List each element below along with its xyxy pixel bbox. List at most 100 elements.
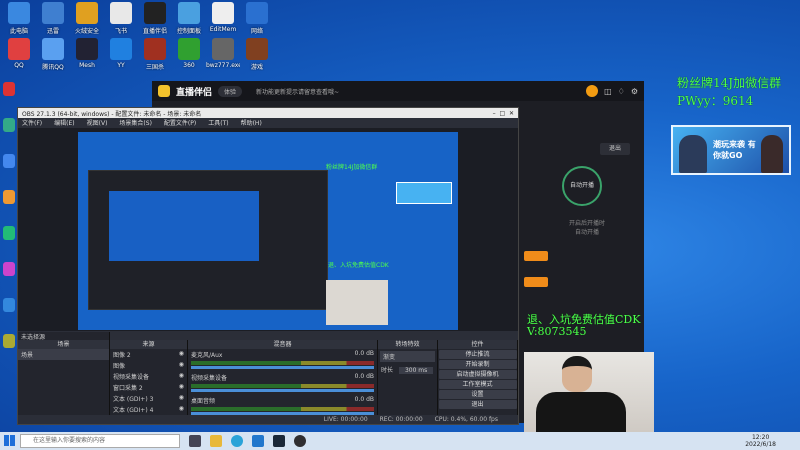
nested-overlay-text: 粉丝牌14J加微信群 xyxy=(326,164,378,171)
desktop-icon[interactable]: 三国杀 xyxy=(138,38,172,71)
orange-button-2[interactable] xyxy=(524,277,548,287)
desktop-icon[interactable]: EditMem xyxy=(206,2,240,33)
visibility-eye-icon[interactable]: ◉ xyxy=(179,394,184,401)
source-item[interactable]: 视频采集设备 ◉ xyxy=(110,371,187,382)
desktop-icon[interactable]: 360 xyxy=(172,38,206,69)
source-label: 视频采集设备 xyxy=(113,374,150,381)
desktop-icon-partial[interactable] xyxy=(2,334,16,350)
scene-item[interactable]: 场景 xyxy=(18,349,109,360)
windows-start-icon[interactable] xyxy=(4,435,15,446)
desktop-icon[interactable]: 火绒安全 xyxy=(70,2,104,35)
app-icon xyxy=(76,2,98,24)
edge-icon[interactable] xyxy=(231,435,243,447)
source-item[interactable]: 窗口采集 2 ◉ xyxy=(110,382,187,393)
duration-value[interactable]: 300 ms xyxy=(398,367,434,374)
control-button[interactable]: 设置 xyxy=(438,390,517,399)
desktop-icon[interactable]: 网络 xyxy=(240,2,274,35)
avatar[interactable] xyxy=(586,85,599,97)
desktop-icon[interactable]: 腾讯QQ xyxy=(36,38,70,71)
control-button[interactable]: 停止推流 xyxy=(438,350,517,359)
obs-menu-item[interactable]: 文件(F) xyxy=(22,118,42,127)
preview-canvas[interactable]: 粉丝牌14J加微信群 退、入坑免费估值CDK xyxy=(78,132,458,330)
app-icon xyxy=(3,154,15,168)
desktop-icon-label: Mesh xyxy=(79,62,95,69)
desktop-icon-partial[interactable] xyxy=(2,118,16,134)
obs-menu-item[interactable]: 帮助(H) xyxy=(241,118,262,127)
desktop-icon-partial[interactable] xyxy=(2,154,16,170)
app-icon xyxy=(3,82,15,96)
settings-icon[interactable]: ⚙ xyxy=(631,87,638,96)
assistant-notice[interactable]: 新功能更新提示请留意查看哦~ xyxy=(256,87,339,96)
webcam-feed xyxy=(524,352,654,432)
obs-menu-item[interactable]: 编辑(E) xyxy=(54,118,74,127)
auto-live-circle[interactable]: 自动开播 xyxy=(562,166,602,206)
obs-taskbar-icon[interactable] xyxy=(294,435,306,447)
visibility-eye-icon[interactable]: ◉ xyxy=(179,372,184,379)
desktop-icon[interactable]: YY xyxy=(104,38,138,69)
obs-window: OBS 27.1.3 (64-bit, windows) - 配置文件: 未命名… xyxy=(17,107,519,425)
volume-slider[interactable] xyxy=(191,389,374,392)
app-icon xyxy=(144,38,166,60)
window-controls[interactable]: – □ ✕ xyxy=(493,110,514,117)
desktop-icon-label: 火绒安全 xyxy=(74,28,99,35)
desktop-icon[interactable]: QQ xyxy=(2,38,36,69)
transition-type[interactable]: 渐变 xyxy=(380,351,435,362)
control-button[interactable]: 退出 xyxy=(438,400,517,409)
visibility-eye-icon[interactable]: ◉ xyxy=(179,383,184,390)
bell-icon[interactable]: ♢ xyxy=(618,87,625,96)
app-icon xyxy=(42,2,64,24)
control-button[interactable]: 启动虚拟摄像机 xyxy=(438,370,517,379)
auto-live-desc: 开启后开播时 自动开播 xyxy=(568,220,605,236)
desktop-icon-partial[interactable] xyxy=(2,82,16,98)
app-icon xyxy=(3,262,15,276)
desktop-icon-label: 游戏 xyxy=(250,64,263,71)
obs-menu-item[interactable]: 场景集合(S) xyxy=(119,118,152,127)
desktop-icon[interactable]: bwz777.exe xyxy=(206,38,240,69)
desktop-icon[interactable]: 游戏 xyxy=(240,38,274,71)
control-button[interactable]: 工作室模式 xyxy=(438,380,517,389)
obs-menu-item[interactable]: 工具(T) xyxy=(208,118,228,127)
desktop-icon[interactable]: 此电脑 xyxy=(2,2,36,35)
taskbar: 在这里输入你要搜索的内容 12:20 2022/6/18 xyxy=(0,432,800,450)
mixer-channel: 麦克风/Aux 0.0 dB xyxy=(188,349,377,369)
volume-slider[interactable] xyxy=(191,366,374,369)
store-icon[interactable] xyxy=(252,435,264,447)
obs-menu-item[interactable]: 配置文件(P) xyxy=(164,118,196,127)
desktop-icon-label: 飞书 xyxy=(114,28,127,35)
desktop-icon-partial[interactable] xyxy=(2,298,16,314)
control-button[interactable]: 开始录制 xyxy=(438,360,517,369)
taskbar-search-input[interactable]: 在这里输入你要搜索的内容 xyxy=(20,434,180,448)
taskbar-clock[interactable]: 12:20 2022/6/18 xyxy=(745,434,776,448)
source-item[interactable]: 文本 (GDI+) 3 ◉ xyxy=(110,393,187,404)
desktop-icon[interactable]: 迅雷 xyxy=(36,2,70,35)
app-icon xyxy=(3,190,15,204)
assistant-badge[interactable]: 体验 xyxy=(218,85,243,97)
source-item[interactable]: 文本 (GDI+) 4 ◉ xyxy=(110,404,187,415)
app-icon xyxy=(212,38,234,60)
desktop-icon-partial[interactable] xyxy=(2,262,16,278)
file-explorer-icon[interactable] xyxy=(210,435,222,447)
visibility-eye-icon[interactable]: ◉ xyxy=(179,361,184,368)
desktop-icon-label: QQ xyxy=(14,62,24,69)
steam-icon[interactable] xyxy=(273,435,285,447)
desktop-icon-partial[interactable] xyxy=(2,226,16,242)
app-icon xyxy=(246,38,268,60)
visibility-eye-icon[interactable]: ◉ xyxy=(179,405,184,412)
source-label: 图像 2 xyxy=(113,352,131,359)
source-item[interactable]: 图像 2 ◉ xyxy=(110,349,187,360)
obs-menu-item[interactable]: 视图(V) xyxy=(87,118,108,127)
desktop-icon-partial[interactable] xyxy=(2,190,16,206)
exit-button[interactable]: 退出 xyxy=(600,143,630,155)
desktop-icon[interactable]: Mesh xyxy=(70,38,104,69)
visibility-eye-icon[interactable]: ◉ xyxy=(179,350,184,357)
transition-duration[interactable]: 时长 300 ms xyxy=(378,364,437,375)
gift-icon[interactable]: ◫ xyxy=(604,87,612,96)
desktop-icon[interactable]: 直播伴侣 xyxy=(138,2,172,35)
orange-button-1[interactable] xyxy=(524,251,548,261)
desktop-icon[interactable]: 控制面板 xyxy=(172,2,206,35)
source-label: 图像 xyxy=(113,363,126,370)
source-item[interactable]: 图像 ◉ xyxy=(110,360,187,371)
desktop-icon[interactable]: 飞书 xyxy=(104,2,138,35)
task-view-icon[interactable] xyxy=(189,435,201,447)
sources-header: 来源 xyxy=(110,340,187,349)
